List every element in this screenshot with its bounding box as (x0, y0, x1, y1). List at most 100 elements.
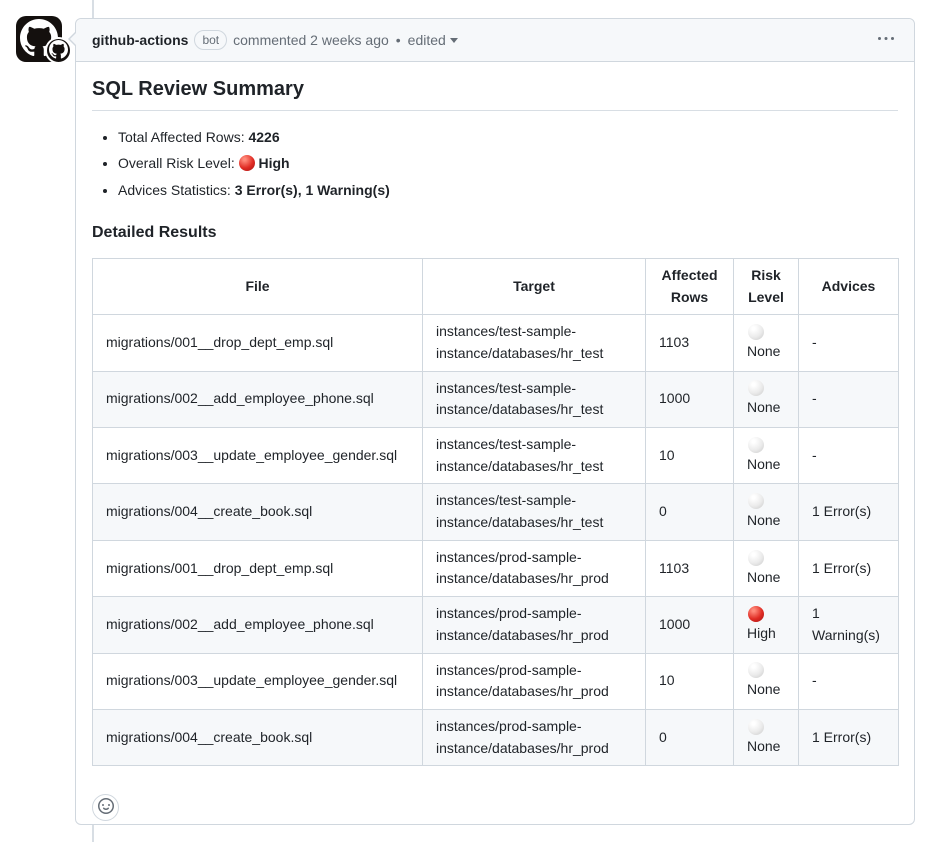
add-reaction-button[interactable] (92, 794, 119, 821)
table-row: migrations/004__create_book.sql instance… (93, 709, 899, 765)
reaction-row (92, 794, 898, 821)
cell-risk-level: None (734, 484, 799, 540)
bot-label-badge: bot (194, 30, 227, 50)
cell-affected-rows: 0 (646, 709, 734, 765)
cell-affected-rows: 1000 (646, 371, 734, 427)
comment-header: github-actions bot commented 2 weeks ago… (76, 19, 914, 62)
risk-level-label: None (747, 512, 780, 528)
cell-risk-level: None (734, 371, 799, 427)
cell-affected-rows: 1103 (646, 315, 734, 371)
col-header-risk-level: Risk Level (734, 258, 799, 314)
table-row: migrations/002__add_employee_phone.sql i… (93, 371, 899, 427)
table-row: migrations/002__add_employee_phone.sql i… (93, 597, 899, 653)
table-row: migrations/001__drop_dept_emp.sql instan… (93, 315, 899, 371)
col-header-advices: Advices (799, 258, 899, 314)
table-header-row: File Target Affected Rows Risk Level Adv… (93, 258, 899, 314)
cell-file: migrations/002__add_employee_phone.sql (93, 371, 423, 427)
summary-value: 4226 (248, 129, 279, 145)
risk-indicator-icon (748, 437, 764, 453)
cell-advices: 1 Error(s) (799, 709, 899, 765)
summary-label: Overall Risk Level: (118, 155, 239, 171)
cell-risk-level: None (734, 315, 799, 371)
cell-target: instances/prod-sample-instance/databases… (423, 653, 646, 709)
results-table-body: migrations/001__drop_dept_emp.sql instan… (93, 315, 899, 766)
summary-value: High (258, 155, 289, 171)
cell-target: instances/test-sample-instance/databases… (423, 371, 646, 427)
cell-risk-level: None (734, 709, 799, 765)
risk-indicator-icon (748, 606, 764, 622)
meta-separator: • (396, 32, 401, 48)
cell-advices: 1 Warning(s) (799, 597, 899, 653)
col-header-file: File (93, 258, 423, 314)
summary-item-risk-level: Overall Risk Level: High (118, 153, 898, 173)
cell-target: instances/prod-sample-instance/databases… (423, 540, 646, 596)
edited-label: edited (408, 32, 446, 48)
summary-label: Advices Statistics: (118, 182, 235, 198)
cell-affected-rows: 0 (646, 484, 734, 540)
cell-file: migrations/003__update_employee_gender.s… (93, 428, 423, 484)
risk-indicator-icon (748, 550, 764, 566)
smiley-icon (98, 798, 114, 817)
cell-affected-rows: 1103 (646, 540, 734, 596)
cell-risk-level: High (734, 597, 799, 653)
results-table: File Target Affected Rows Risk Level Adv… (92, 258, 899, 766)
timeline-line-top (92, 0, 94, 19)
risk-level-label: None (747, 681, 780, 697)
cell-affected-rows: 10 (646, 428, 734, 484)
edited-dropdown-button[interactable]: edited (408, 32, 458, 48)
cell-risk-level: None (734, 540, 799, 596)
risk-indicator-icon (748, 662, 764, 678)
cell-target: instances/test-sample-instance/databases… (423, 484, 646, 540)
cell-target: instances/test-sample-instance/databases… (423, 428, 646, 484)
cell-advices: - (799, 653, 899, 709)
summary-item-total-rows: Total Affected Rows: 4226 (118, 127, 898, 147)
cell-file: migrations/001__drop_dept_emp.sql (93, 315, 423, 371)
risk-level-label: None (747, 399, 780, 415)
risk-indicator-icon (748, 719, 764, 735)
summary-list: Total Affected Rows: 4226 Overall Risk L… (92, 127, 898, 200)
commented-timestamp[interactable]: commented 2 weeks ago (233, 32, 389, 48)
cell-risk-level: None (734, 653, 799, 709)
risk-indicator-icon (748, 493, 764, 509)
comment-options-button[interactable] (874, 27, 898, 54)
cell-affected-rows: 1000 (646, 597, 734, 653)
cell-file: migrations/002__add_employee_phone.sql (93, 597, 423, 653)
cell-advices: 1 Error(s) (799, 540, 899, 596)
risk-indicator-icon (748, 380, 764, 396)
cell-advices: - (799, 371, 899, 427)
author-link[interactable]: github-actions (92, 32, 188, 48)
cell-target: instances/test-sample-instance/databases… (423, 315, 646, 371)
bubble-caret-fill (70, 31, 78, 47)
triangle-down-icon (450, 38, 458, 43)
red-circle-emoji-icon (239, 155, 255, 171)
cell-file: migrations/004__create_book.sql (93, 484, 423, 540)
risk-level-label: None (747, 343, 780, 359)
summary-title: SQL Review Summary (92, 78, 898, 111)
risk-level-label: High (747, 625, 776, 641)
cell-file: migrations/004__create_book.sql (93, 709, 423, 765)
comment-body: SQL Review Summary Total Affected Rows: … (76, 62, 914, 837)
summary-item-advices-stats: Advices Statistics: 3 Error(s), 1 Warnin… (118, 180, 898, 200)
risk-level-label: None (747, 738, 780, 754)
table-row: migrations/001__drop_dept_emp.sql instan… (93, 540, 899, 596)
cell-target: instances/prod-sample-instance/databases… (423, 709, 646, 765)
cell-affected-rows: 10 (646, 653, 734, 709)
kebab-horizontal-icon (878, 31, 894, 50)
cell-advices: - (799, 315, 899, 371)
cell-advices: - (799, 428, 899, 484)
col-header-target: Target (423, 258, 646, 314)
octocat-badge-icon (49, 40, 68, 62)
cell-advices: 1 Error(s) (799, 484, 899, 540)
risk-indicator-icon (748, 324, 764, 340)
table-row: migrations/004__create_book.sql instance… (93, 484, 899, 540)
table-row: migrations/003__update_employee_gender.s… (93, 653, 899, 709)
details-title: Detailed Results (92, 224, 898, 242)
cell-risk-level: None (734, 428, 799, 484)
cell-target: instances/prod-sample-instance/databases… (423, 597, 646, 653)
cell-file: migrations/001__drop_dept_emp.sql (93, 540, 423, 596)
table-row: migrations/003__update_employee_gender.s… (93, 428, 899, 484)
comment-card: github-actions bot commented 2 weeks ago… (75, 18, 915, 825)
risk-level-label: None (747, 456, 780, 472)
cell-file: migrations/003__update_employee_gender.s… (93, 653, 423, 709)
github-comment-page: github-actions bot commented 2 weeks ago… (0, 0, 930, 842)
